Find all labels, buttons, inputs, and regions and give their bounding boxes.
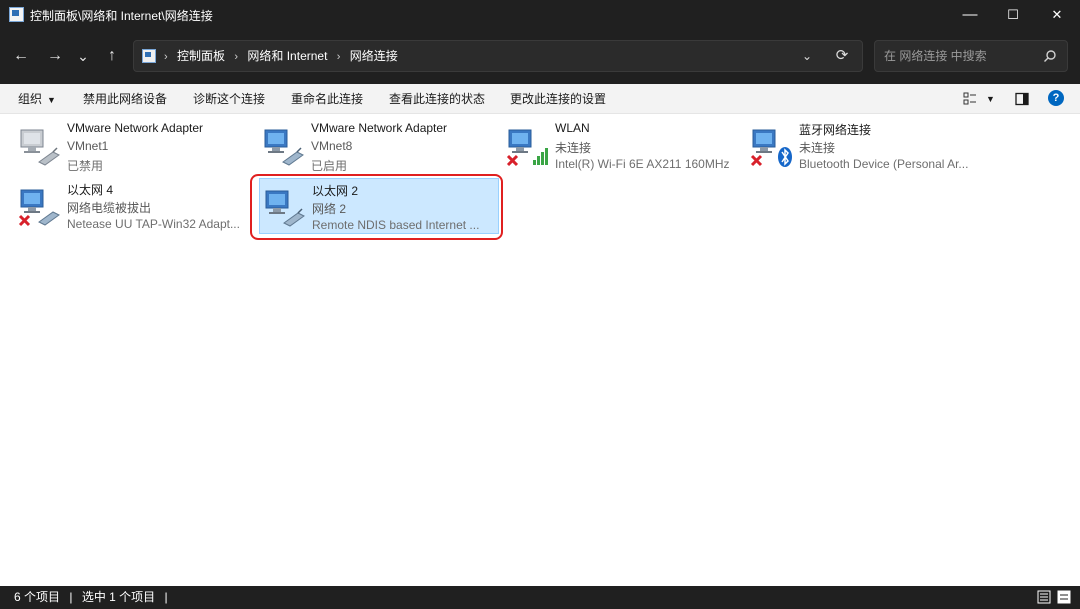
connection-network: 网络电缆被拔出 (67, 201, 152, 215)
close-button[interactable]: ✕ (1035, 0, 1079, 30)
status-bar: 6 个项目 | 选中 1 个项目 | (0, 586, 1080, 609)
maximize-button[interactable]: ☐ (991, 0, 1035, 30)
connection-network: 未连接 (555, 141, 592, 155)
selected-count: 选中 1 个项目 (81, 590, 156, 604)
search-placeholder: 在 网络连接 中搜索 (884, 49, 987, 63)
connection-name: VMware Network Adapter (67, 121, 204, 135)
list-item[interactable]: VMware Network Adapter VMnet8 已启用 (259, 118, 499, 174)
change-settings-button[interactable]: 更改此连接的设置 (510, 84, 606, 114)
search-icon[interactable] (1043, 49, 1057, 63)
connection-network: VMnet8 (311, 139, 353, 153)
connection-network: 未连接 (799, 141, 836, 155)
network-connections-window: 控制面板\网络和 Internet\网络连接 — ☐ ✕ ← → ⌄ ↑ › 控… (0, 0, 1080, 609)
list-item-selected[interactable]: 以太网 2 网络 2 Remote NDIS based Internet ..… (259, 178, 499, 234)
address-bar[interactable]: › 控制面板 › 网络和 Internet › 网络连接 ⌄ ⟳ (133, 40, 863, 72)
minimize-button[interactable]: — (948, 0, 992, 30)
up-button[interactable]: ↑ (100, 44, 124, 68)
network-adapter-icon (265, 190, 305, 227)
breadcrumb-separator[interactable]: › (234, 51, 238, 63)
connection-status: Bluetooth Device (Personal Ar... (799, 157, 969, 171)
disable-device-button[interactable]: 禁用此网络设备 (83, 84, 167, 114)
address-dropdown-button[interactable]: ⌄ (798, 47, 816, 65)
breadcrumb-separator[interactable]: › (337, 51, 341, 63)
status-text: 6 个项目 | 选中 1 个项目 | (14, 586, 174, 609)
wifi-adapter-icon (506, 129, 548, 167)
connection-status: 已禁用 (67, 159, 104, 173)
preview-pane-icon[interactable] (1015, 92, 1029, 106)
network-adapter-unplugged-icon (18, 189, 60, 227)
command-bar: 组织 ▼ 禁用此网络设备 诊断这个连接 重命名此连接 查看此连接的状态 更改此连接… (0, 84, 1080, 114)
control-panel-icon (9, 7, 24, 22)
recent-locations-button[interactable]: ⌄ (71, 44, 95, 68)
connection-status: 已启用 (311, 159, 348, 173)
breadcrumb: › 控制面板 › 网络和 Internet › 网络连接 (164, 41, 404, 71)
list-item[interactable]: WLAN 未连接 Intel(R) Wi-Fi 6E AX211 160MHz (503, 118, 743, 174)
connection-name: 蓝牙网络连接 (799, 123, 872, 137)
refresh-button[interactable]: ⟳ (832, 47, 852, 65)
view-options-caret-icon[interactable]: ▼ (986, 84, 995, 114)
list-item[interactable]: 蓝牙网络连接 未连接 Bluetooth Device (Personal Ar… (747, 118, 987, 174)
breadcrumb-control-panel[interactable]: 控制面板 (177, 49, 225, 63)
connection-name: WLAN (555, 121, 590, 135)
back-button[interactable]: ← (9, 44, 33, 68)
list-item[interactable]: 以太网 4 网络电缆被拔出 Netease UU TAP-Win32 Adapt… (15, 178, 255, 234)
connection-name: 以太网 2 (312, 184, 359, 198)
organize-menu[interactable]: 组织 ▼ (18, 84, 56, 114)
caret-down-icon: ▼ (47, 95, 56, 105)
search-input[interactable]: 在 网络连接 中搜索 (874, 40, 1068, 72)
window-title: 控制面板\网络和 Internet\网络连接 (30, 9, 213, 23)
forward-button[interactable]: → (43, 44, 67, 68)
change-view-icon[interactable] (963, 92, 977, 106)
breadcrumb-network-internet[interactable]: 网络和 Internet (247, 49, 327, 63)
connection-network: 网络 2 (312, 202, 347, 216)
breadcrumb-separator[interactable]: › (164, 51, 168, 63)
title-bar: 控制面板\网络和 Internet\网络连接 — ☐ ✕ (0, 0, 1080, 30)
network-adapter-disabled-icon (20, 129, 60, 166)
connection-status: Netease UU TAP-Win32 Adapt... (67, 217, 240, 231)
organize-label: 组织 (18, 92, 43, 106)
details-view-icon[interactable] (1037, 590, 1051, 604)
help-button[interactable]: ? (1048, 90, 1064, 106)
status-separator: | (69, 590, 73, 604)
connection-network: VMnet1 (67, 139, 109, 153)
diagnose-button[interactable]: 诊断这个连接 (193, 84, 265, 114)
connection-name: VMware Network Adapter (311, 121, 448, 135)
connection-name: 以太网 4 (67, 183, 114, 197)
status-separator: | (164, 590, 168, 604)
network-adapter-icon (264, 129, 304, 166)
connection-status: Intel(R) Wi-Fi 6E AX211 160MHz (555, 157, 730, 171)
large-icons-view-icon[interactable] (1057, 590, 1071, 604)
list-item[interactable]: VMware Network Adapter VMnet1 已禁用 (15, 118, 255, 174)
breadcrumb-network-connections[interactable]: 网络连接 (350, 49, 398, 63)
item-count: 6 个项目 (14, 590, 61, 604)
connections-list: VMware Network Adapter VMnet1 已禁用 VMware… (0, 114, 1080, 586)
connection-status: Remote NDIS based Internet ... (312, 218, 480, 232)
bluetooth-adapter-icon (750, 129, 792, 167)
control-panel-icon (142, 49, 156, 63)
rename-button[interactable]: 重命名此连接 (291, 84, 363, 114)
view-status-button[interactable]: 查看此连接的状态 (389, 84, 485, 114)
